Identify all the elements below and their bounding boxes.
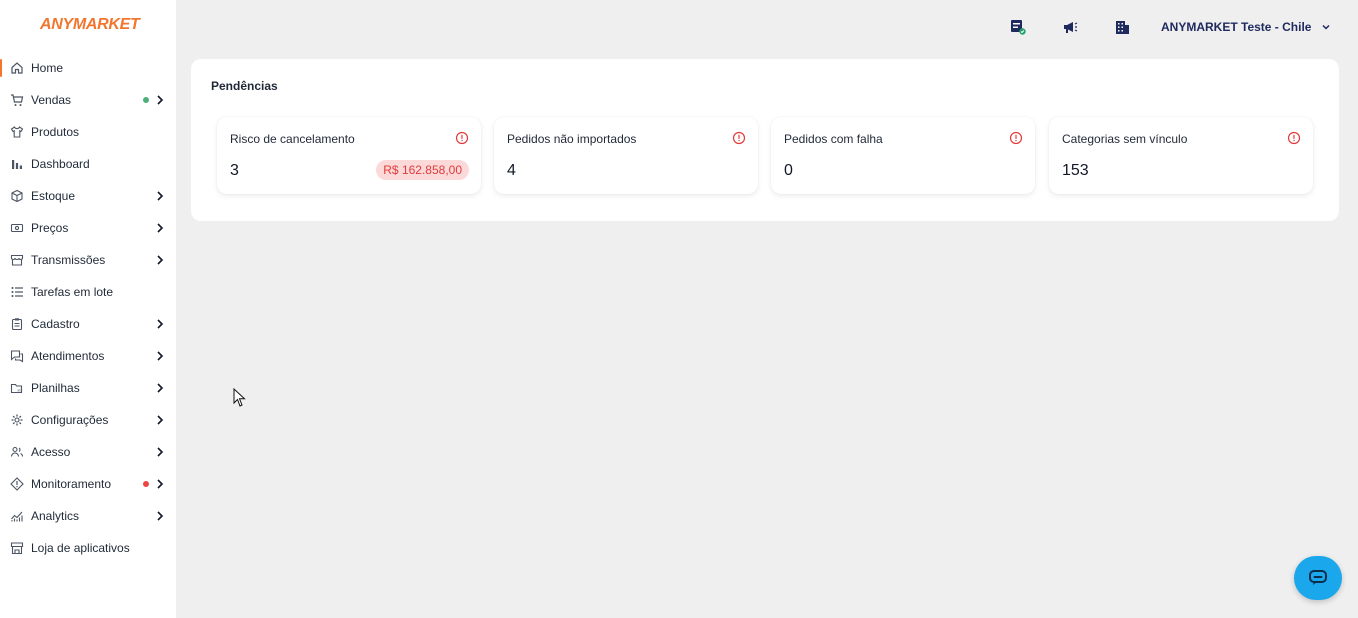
chevron-right-icon (155, 317, 165, 331)
chevron-down-icon (1322, 24, 1330, 30)
account-name: ANYMARKET Teste - Chile (1161, 20, 1312, 34)
status-dot (143, 97, 149, 103)
sidebar-item-label: Dashboard (31, 157, 90, 171)
card-value: 153 (1062, 162, 1089, 179)
card-label: Pedidos com falha (784, 132, 883, 146)
analytics-icon (10, 509, 24, 523)
cart-icon (10, 93, 24, 107)
bar-chart-icon (10, 157, 24, 171)
shirt-icon (10, 125, 24, 139)
chevron-right-icon (155, 381, 165, 395)
sidebar-item-label: Home (31, 61, 64, 75)
users-icon (10, 445, 24, 459)
pendencia-card[interactable]: Pedidos não importados 4 (494, 117, 758, 194)
chevron-right-icon (155, 445, 165, 459)
mouse-cursor-icon (233, 388, 246, 407)
card-value: 3 (230, 162, 239, 179)
account-selector[interactable]: ANYMARKET Teste - Chile (1161, 20, 1331, 34)
sidebar-nav: Home Vendas Produtos Dashboard Estoque Preços… (0, 52, 176, 564)
money-icon (10, 221, 24, 235)
card-label: Pedidos não importados (507, 132, 637, 146)
sidebar-item-tarefas-em-lote[interactable]: Tarefas em lote (0, 276, 176, 308)
pendencia-card[interactable]: Risco de cancelamento 3 R$ 162.858,00 (217, 117, 481, 194)
chat-button[interactable] (1294, 556, 1342, 600)
sidebar-item-label: Produtos (31, 125, 80, 139)
card-value: 0 (784, 162, 793, 179)
alert-circle-icon (1009, 131, 1023, 145)
anymarket-logo[interactable]: ANYMARKET (40, 16, 140, 34)
home-icon (10, 61, 24, 75)
sidebar-item-configuracoes[interactable]: Configurações (0, 404, 176, 436)
sidebar-item-atendimentos[interactable]: Atendimentos (0, 340, 176, 372)
sidebar-item-estoque[interactable]: Estoque (0, 180, 176, 212)
sidebar-item-precos[interactable]: Preços (0, 212, 176, 244)
clipboard-icon (10, 317, 24, 331)
sidebar-item-transmissoes[interactable]: Transmissões (0, 244, 176, 276)
card-label: Risco de cancelamento (230, 132, 355, 146)
chevron-right-icon (155, 413, 165, 427)
chevron-right-icon (155, 477, 165, 491)
card-value: 4 (507, 162, 516, 179)
list-icon (10, 285, 24, 299)
chevron-right-icon (155, 509, 165, 523)
chat-bubble-icon (1309, 570, 1327, 585)
sidebar-item-produtos[interactable]: Produtos (0, 116, 176, 148)
chevron-right-icon (155, 253, 165, 267)
pendencia-card[interactable]: Categorias sem vínculo 153 (1049, 117, 1313, 194)
panel-title: Pendências (211, 79, 278, 93)
sidebar-item-dashboard[interactable]: Dashboard (0, 148, 176, 180)
sidebar-item-home[interactable]: Home (0, 52, 176, 84)
pendencias-panel: Pendências Risco de cancelamento 3 R$ 162.… (191, 59, 1339, 221)
box-icon (10, 189, 24, 203)
svg-text:xls: xls (17, 388, 22, 392)
megaphone-icon[interactable] (1061, 18, 1079, 36)
store-icon (10, 253, 24, 267)
server-status-icon[interactable] (1009, 18, 1027, 36)
sidebar-item-cadastro[interactable]: Cadastro (0, 308, 176, 340)
alert-circle-icon (732, 131, 746, 145)
sidebar-item-loja-de-aplicativos[interactable]: Loja de aplicativos (0, 532, 176, 564)
alert-circle-icon (1287, 131, 1301, 145)
sidebar-item-acesso[interactable]: Acesso (0, 436, 176, 468)
status-dot (143, 481, 149, 487)
chevron-right-icon (155, 221, 165, 235)
sidebar: ANYMARKET Home Vendas Produtos Dashboard Est… (0, 0, 176, 618)
sidebar-item-monitoramento[interactable]: Monitoramento (0, 468, 176, 500)
chat-icon (10, 349, 24, 363)
chevron-right-icon (155, 93, 165, 107)
sidebar-item-label: Tarefas em lote (31, 285, 114, 299)
spreadsheet-icon: xls (10, 381, 24, 395)
gear-icon (10, 413, 24, 427)
chevron-right-icon (155, 349, 165, 363)
amount-badge: R$ 162.858,00 (376, 160, 469, 180)
alert-circle-icon (455, 131, 469, 145)
chevron-right-icon (155, 189, 165, 203)
sidebar-item-vendas[interactable]: Vendas (0, 84, 176, 116)
building-icon[interactable] (1113, 18, 1131, 36)
pendencia-card[interactable]: Pedidos com falha 0 (771, 117, 1035, 194)
sidebar-item-analytics[interactable]: Analytics (0, 500, 176, 532)
card-label: Categorias sem vínculo (1062, 132, 1188, 146)
diamond-alert-icon (10, 477, 24, 491)
sidebar-item-planilhas[interactable]: xls Planilhas (0, 372, 176, 404)
shop-icon (10, 541, 24, 555)
sidebar-item-label: Loja de aplicativos (31, 541, 130, 555)
